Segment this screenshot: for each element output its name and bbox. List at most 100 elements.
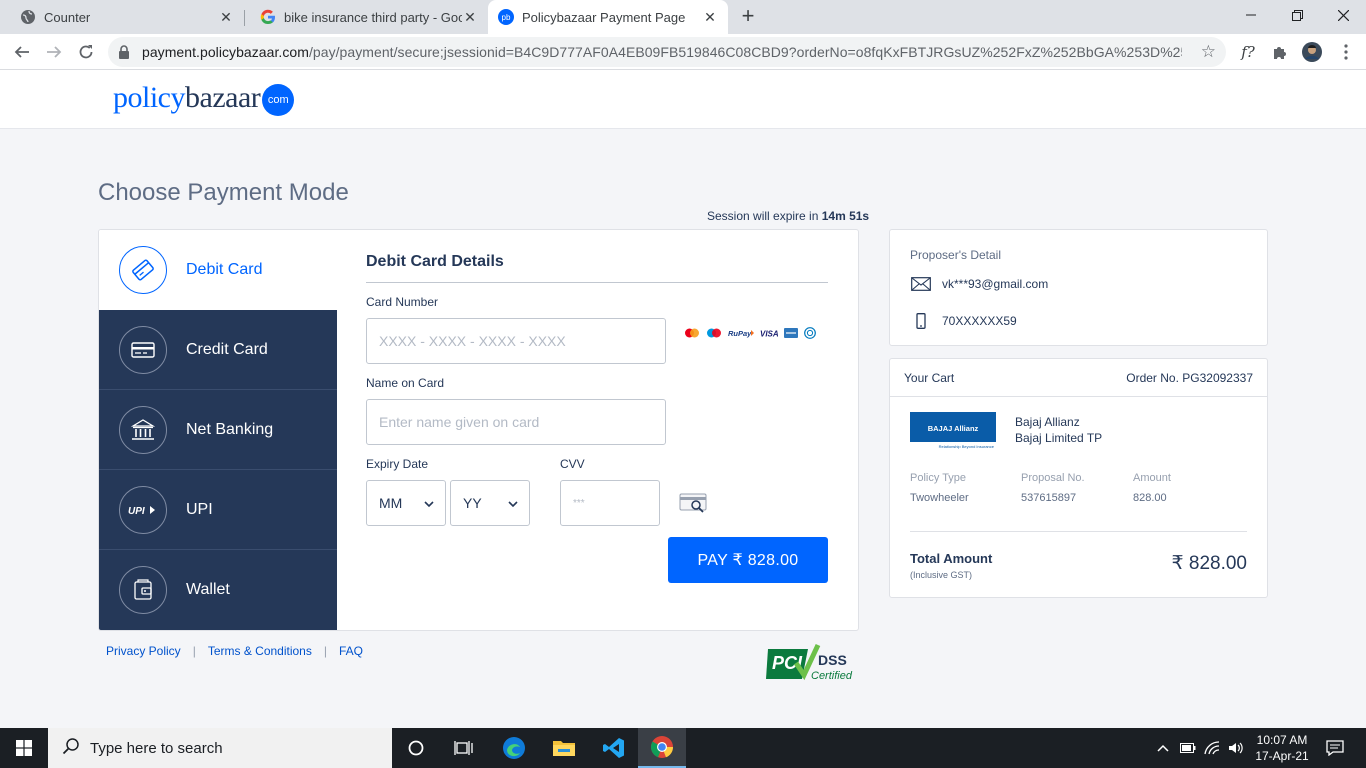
payment-mode-label: Net Banking (186, 420, 274, 438)
taskbar-app-edge[interactable] (490, 728, 538, 768)
url-path: /pay/payment/secure;jsessionid=B4C9D777A… (308, 44, 1182, 60)
divider (910, 531, 1247, 532)
tab-policybazaar-payment[interactable]: pb Policybazaar Payment Page ✕ (488, 0, 728, 34)
taskbar-app-chrome[interactable] (638, 728, 686, 768)
credit-card-icon (119, 325, 167, 374)
policy-type-value: Twowheeler (910, 492, 969, 504)
vscode-icon (603, 738, 624, 758)
profile-avatar[interactable] (1302, 42, 1322, 62)
tab-google-search[interactable]: bike insurance third party - Goog ✕ (240, 0, 488, 34)
taskbar-clock[interactable]: 10:07 AM 17-Apr-21 (1250, 732, 1314, 764)
page-title: Choose Payment Mode (98, 179, 349, 206)
back-button[interactable] (10, 40, 34, 64)
logo-text-bold: bazaar (185, 81, 261, 114)
svg-text:RuPay: RuPay (728, 329, 752, 338)
upi-icon: UPI (119, 485, 167, 534)
chevron-down-icon (424, 501, 434, 508)
terms-conditions-link[interactable]: Terms & Conditions (208, 644, 312, 658)
logo-text: policy (113, 81, 186, 114)
proposer-phone-row: 70XXXXXX59 (910, 313, 1017, 329)
privacy-policy-link[interactable]: Privacy Policy (106, 644, 181, 658)
url-text: payment.policybazaar.com/pay/payment/sec… (142, 44, 1182, 60)
globe-icon (20, 9, 36, 25)
show-hidden-icons-chevron[interactable] (1154, 728, 1172, 768)
clock-time: 10:07 AM (1256, 733, 1308, 747)
cvv-input[interactable]: *** (560, 480, 660, 526)
name-on-card-input[interactable]: Enter name given on card (366, 399, 666, 445)
name-on-card-label: Name on Card (366, 376, 445, 390)
taskbar-app-vscode[interactable] (590, 728, 638, 768)
payment-mode-upi[interactable]: UPI UPI (99, 470, 337, 550)
policybazaar-icon: pb (498, 9, 514, 25)
new-tab-button[interactable]: + (737, 5, 759, 28)
restore-button[interactable] (1274, 0, 1320, 30)
form-heading: Debit Card Details (366, 253, 504, 270)
extensions-puzzle-icon[interactable] (1270, 42, 1290, 62)
search-icon (62, 737, 80, 759)
plan-name: Bajaj Limited TP (1015, 431, 1103, 445)
payment-mode-debit-card[interactable]: Debit Card (99, 230, 337, 310)
tab-counter[interactable]: Counter ✕ (0, 0, 244, 34)
chevron-down-icon (508, 501, 518, 508)
cortana-button[interactable] (392, 728, 440, 768)
expiry-month-select[interactable]: MM (366, 480, 446, 526)
payment-mode-list: Debit Card Credit Card Net Banking UPI U… (99, 230, 337, 630)
total-amount-value: ₹ 828.00 (1171, 553, 1247, 574)
payment-mode-net-banking[interactable]: Net Banking (99, 390, 337, 470)
site-header: policybazaar com (0, 70, 1366, 129)
taskbar-search-box[interactable]: Type here to search (48, 728, 392, 768)
cortana-circle-icon (408, 740, 424, 756)
cart-header: Your Cart Order No. PG32092337 (890, 359, 1267, 397)
svg-text:VISA: VISA (760, 330, 778, 339)
proposal-no-label: Proposal No. (1021, 472, 1085, 484)
payment-mode-wallet[interactable]: Wallet (99, 550, 337, 630)
close-icon[interactable]: ✕ (462, 9, 478, 25)
taskbar-app-file-explorer[interactable] (540, 728, 588, 768)
close-icon[interactable]: ✕ (218, 9, 234, 25)
amount-value: 828.00 (1133, 492, 1167, 504)
extension-fx-icon[interactable]: f? (1238, 42, 1258, 62)
policy-type-label: Policy Type (910, 472, 967, 484)
session-prefix: Session will expire in (707, 209, 819, 223)
payment-mode-credit-card[interactable]: Credit Card (99, 310, 337, 390)
task-view-button[interactable] (440, 728, 488, 768)
faq-link[interactable]: FAQ (339, 644, 363, 658)
taskbar-search-placeholder: Type here to search (90, 739, 223, 757)
link-separator: | (192, 644, 196, 658)
windows-start-button[interactable] (0, 728, 48, 768)
arrow-right-icon (47, 46, 62, 58)
edge-icon (503, 737, 525, 759)
folder-icon (553, 741, 575, 756)
lock-icon (118, 45, 130, 64)
card-number-input[interactable]: XXXX - XXXX - XXXX - XXXX (366, 318, 666, 364)
amount-label: Amount (1133, 472, 1171, 484)
svg-text:pb: pb (502, 13, 511, 22)
close-icon[interactable]: ✕ (702, 9, 718, 25)
expiry-year-select[interactable]: YY (450, 480, 530, 526)
total-inclusive-note: (Inclusive GST) (910, 570, 973, 580)
wifi-icon[interactable] (1202, 728, 1222, 768)
reload-button[interactable] (74, 40, 98, 64)
bookmark-star-icon[interactable]: ☆ (1201, 42, 1216, 62)
forward-button[interactable] (42, 40, 66, 64)
volume-icon[interactable] (1226, 728, 1246, 768)
minimize-button[interactable] (1228, 0, 1274, 30)
wallet-icon (119, 566, 167, 614)
url-host: payment.policybazaar.com (142, 44, 309, 60)
bank-icon (119, 405, 167, 454)
insurer-info: Bajaj Allianz Bajaj Limited TP (1015, 414, 1102, 446)
close-window-button[interactable] (1320, 0, 1366, 30)
expiry-month-value: MM (379, 495, 403, 511)
address-bar[interactable]: payment.policybazaar.com/pay/payment/sec… (108, 37, 1226, 67)
amex-icon (784, 328, 798, 338)
pci-dss-badge: PCI DSS Certified (766, 643, 854, 688)
pay-button[interactable]: PAY ₹ 828.00 (668, 537, 828, 583)
tab-title: Policybazaar Payment Page (522, 9, 686, 25)
battery-icon[interactable] (1178, 728, 1198, 768)
cvv-help-icon[interactable] (679, 492, 709, 519)
policybazaar-logo[interactable]: policybazaar com (113, 80, 295, 116)
tab-title: Counter (44, 9, 91, 25)
more-menu-icon[interactable] (1336, 42, 1356, 62)
notifications-icon[interactable] (1322, 728, 1348, 768)
diners-icon (804, 327, 816, 339)
